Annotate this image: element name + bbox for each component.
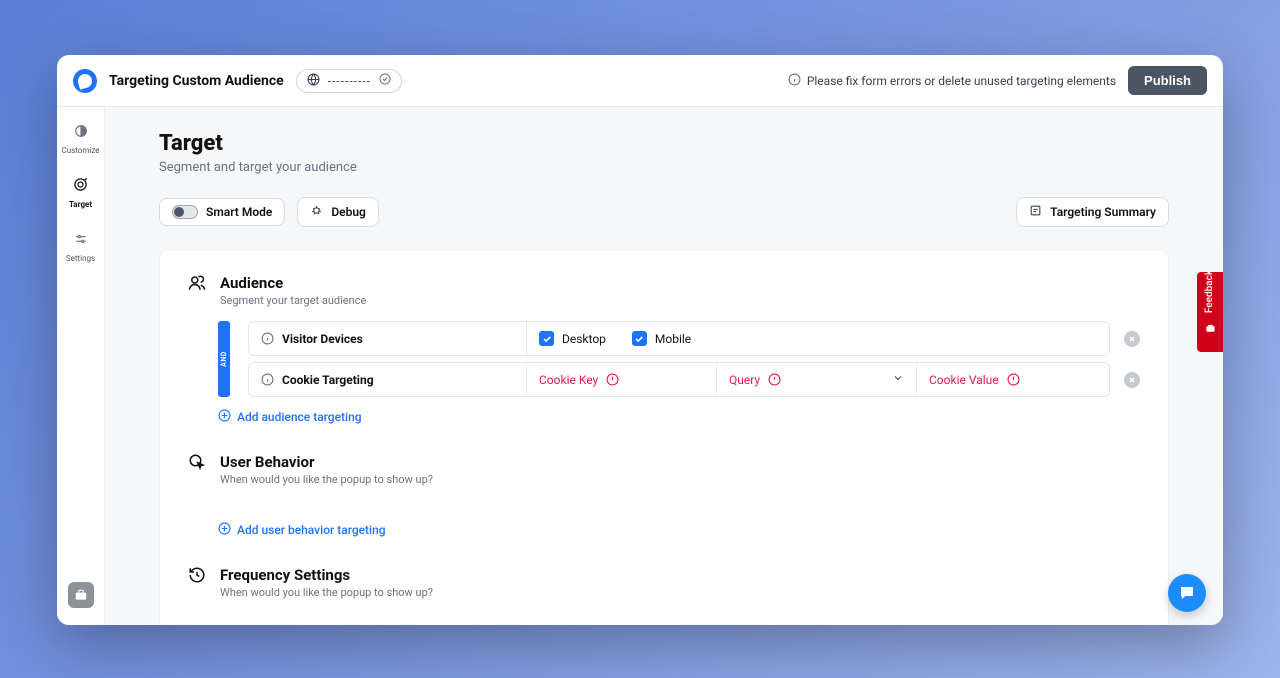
query-select[interactable]: Query [717, 363, 917, 396]
audience-section-subtitle: Segment your target audience [220, 294, 366, 307]
people-icon [188, 274, 206, 296]
page-header-title: Targeting Custom Audience [109, 73, 284, 89]
feedback-tab[interactable]: Feedback [1197, 272, 1223, 352]
page-subtitle: Segment and target your audience [159, 160, 1169, 175]
add-behavior-targeting-link[interactable]: Add user behavior targeting [218, 522, 1140, 538]
briefcase-button[interactable] [68, 582, 94, 608]
check-icon [379, 73, 391, 88]
page-title: Target [159, 131, 1169, 156]
delete-rule-button[interactable] [1124, 372, 1140, 388]
info-icon [788, 73, 801, 89]
summary-icon [1029, 204, 1042, 220]
cookie-key-input[interactable]: Cookie Key [527, 363, 717, 396]
behavior-section-title: User Behavior [220, 453, 433, 471]
app-logo[interactable] [73, 69, 97, 93]
targeting-summary-button[interactable]: Targeting Summary [1016, 197, 1169, 227]
visitor-devices-rule[interactable]: Visitor Devices [249, 322, 527, 355]
sidebar-item-customize[interactable]: Customize [57, 121, 104, 161]
info-icon [261, 332, 274, 345]
plus-circle-icon [218, 409, 231, 425]
sidebar-item-settings[interactable]: Settings [57, 229, 104, 269]
delete-rule-button[interactable] [1124, 331, 1140, 347]
sidebar-item-target[interactable]: Target [57, 175, 104, 215]
chevron-down-icon [892, 372, 904, 387]
mobile-label: Mobile [655, 332, 691, 346]
publish-button[interactable]: Publish [1128, 66, 1207, 95]
cursor-click-icon [188, 453, 206, 475]
bug-icon [310, 204, 323, 220]
add-audience-targeting-link[interactable]: Add audience targeting [218, 409, 1140, 425]
info-icon [261, 373, 274, 386]
targeting-url-pill[interactable]: ---------- [296, 69, 402, 93]
target-icon [73, 177, 88, 196]
smart-mode-toggle[interactable]: Smart Mode [159, 198, 285, 226]
frequency-section-subtitle: When would you like the popup to show up… [220, 586, 433, 599]
error-icon [768, 373, 781, 386]
cookie-value-input[interactable]: Cookie Value [917, 363, 1109, 396]
behavior-section-subtitle: When would you like the popup to show up… [220, 473, 433, 486]
chat-button[interactable] [1168, 574, 1206, 612]
toggle-switch[interactable] [172, 205, 198, 219]
desktop-checkbox[interactable] [539, 331, 554, 346]
form-error-message: Please fix form errors or delete unused … [788, 73, 1116, 89]
cookie-targeting-rule[interactable]: Cookie Targeting [249, 363, 527, 396]
history-icon [188, 566, 206, 588]
mobile-checkbox[interactable] [632, 331, 647, 346]
plus-circle-icon [218, 522, 231, 538]
globe-icon [307, 73, 320, 89]
contrast-icon [74, 123, 88, 142]
error-icon [606, 373, 619, 386]
wallet-icon [1204, 319, 1217, 338]
sliders-icon [74, 231, 88, 250]
audience-section-title: Audience [220, 274, 366, 292]
frequency-section-title: Frequency Settings [220, 566, 433, 584]
and-operator-bar: AND [218, 321, 230, 397]
desktop-label: Desktop [562, 332, 606, 346]
error-icon [1007, 373, 1020, 386]
debug-button[interactable]: Debug [297, 197, 379, 227]
